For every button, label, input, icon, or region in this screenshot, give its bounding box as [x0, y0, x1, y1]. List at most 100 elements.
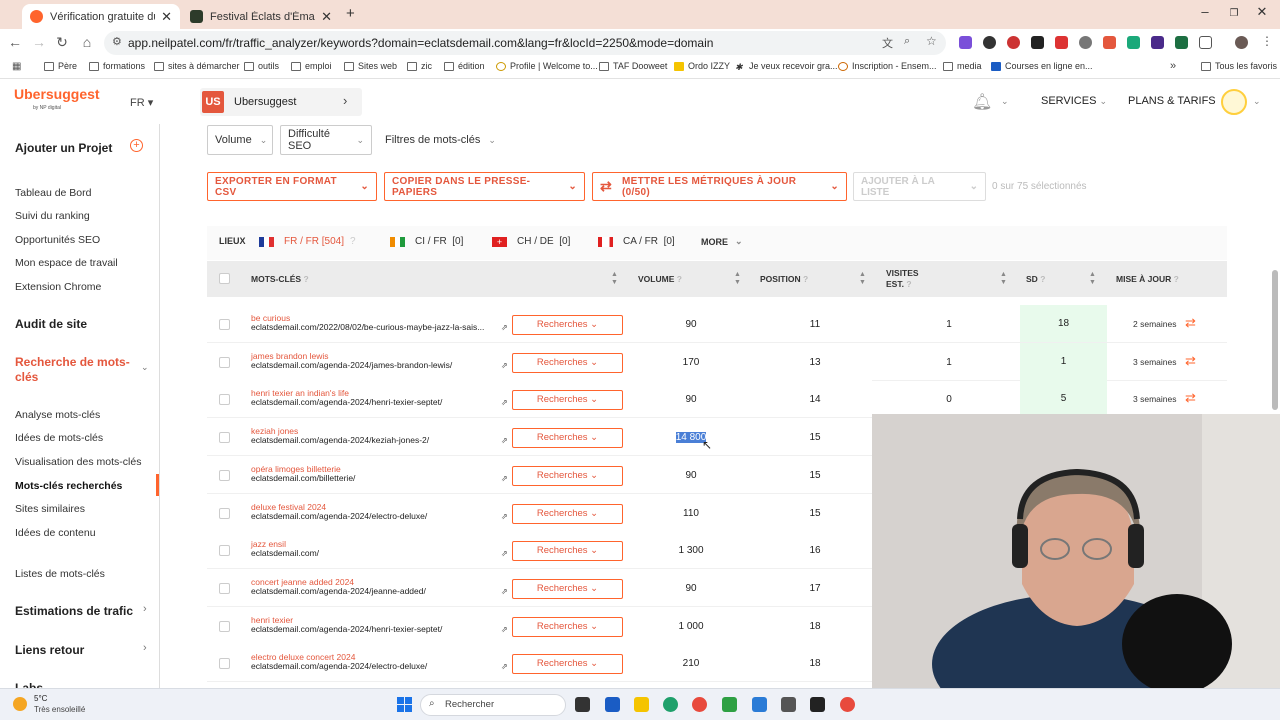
ubersuggest-logo[interactable]: Ubersuggest [14, 86, 100, 102]
searches-button[interactable]: Recherches ⌄ [512, 428, 623, 449]
external-link-icon[interactable]: ⇗ [501, 323, 508, 332]
refresh-icon[interactable]: ⇄ [1185, 315, 1196, 331]
chevron-down-icon[interactable]: ⌄ [1001, 96, 1009, 107]
refresh-icon[interactable]: ⇄ [1185, 353, 1196, 369]
external-link-icon[interactable]: ⇗ [501, 361, 508, 370]
sort-icon[interactable]: ▲ ▼ [859, 271, 866, 287]
external-link-icon[interactable]: ⇗ [501, 512, 508, 521]
bookmark-folder[interactable]: formations [89, 61, 145, 71]
row-checkbox[interactable] [219, 545, 230, 557]
external-link-icon[interactable]: ⇗ [501, 662, 508, 671]
more-locations-button[interactable]: MORE ⌄ [701, 236, 743, 247]
zoom-icon[interactable]: ⌕ [904, 35, 910, 48]
row-checkbox[interactable] [219, 620, 230, 632]
extensions-puzzle-icon[interactable] [1199, 36, 1212, 49]
add-to-list-button[interactable]: AJOUTER À LA LISTE ⌄ [853, 172, 986, 201]
chrome-icon[interactable] [840, 697, 855, 712]
bookmark-folder[interactable]: media [943, 61, 982, 71]
sidebar-item-dashboard[interactable]: Tableau de Bord [15, 187, 91, 199]
searches-button[interactable]: Recherches ⌄ [512, 541, 623, 562]
sidebar-item-searched-keywords[interactable]: Mots-clés recherchés [15, 480, 122, 492]
close-tab-icon[interactable]: ✕ [161, 9, 172, 25]
keyword-filters-dropdown[interactable]: Filtres de mots-clés ⌄ [385, 134, 496, 146]
bookmark-folder[interactable]: Père [44, 61, 77, 71]
header-volume[interactable]: VOLUME ? [638, 274, 682, 284]
sort-icon[interactable]: ▲ ▼ [1089, 271, 1096, 287]
more-bookmarks-icon[interactable]: » [1170, 60, 1176, 72]
searches-button[interactable]: Recherches ⌄ [512, 578, 623, 599]
external-link-icon[interactable]: ⇗ [501, 587, 508, 596]
external-link-icon[interactable]: ⇗ [501, 398, 508, 407]
external-link-icon[interactable]: ⇗ [501, 625, 508, 634]
edge-icon[interactable] [663, 697, 678, 712]
bookmark-link[interactable]: Ordo IZZY [674, 61, 730, 71]
extension-icon[interactable] [1127, 36, 1140, 49]
sidebar-item-traffic-estimates[interactable]: Estimations de trafic [15, 604, 133, 618]
searches-button[interactable]: Recherches ⌄ [512, 390, 623, 411]
seo-difficulty-filter[interactable]: Difficulté SEO ⌄ [280, 125, 372, 155]
bookmark-folder[interactable]: édition [444, 61, 485, 71]
searches-button[interactable]: Recherches ⌄ [512, 503, 623, 524]
searches-button[interactable]: Recherches ⌄ [512, 616, 623, 637]
task-view-icon[interactable] [575, 697, 590, 712]
header-update[interactable]: MISE À JOUR ? [1116, 274, 1179, 284]
sort-icon[interactable]: ▲ ▼ [1000, 271, 1007, 287]
sidebar-item-backlinks[interactable]: Liens retour [15, 643, 84, 657]
extension-icon[interactable] [1175, 36, 1188, 49]
export-csv-button[interactable]: EXPORTER EN FORMAT CSV ⌄ [207, 172, 377, 201]
sidebar-item-workspace[interactable]: Mon espace de travail [15, 257, 118, 269]
header-keywords[interactable]: MOTS-CLÉS ? [251, 274, 309, 284]
sidebar-item-keyword-lists[interactable]: Listes de mots-clés [15, 568, 105, 580]
external-link-icon[interactable]: ⇗ [501, 474, 508, 483]
extension-icon[interactable] [1103, 36, 1116, 49]
bookmark-folder[interactable]: outils [244, 61, 279, 71]
sort-icon[interactable]: ▲ ▼ [734, 271, 741, 287]
profile-icon[interactable] [1235, 36, 1248, 49]
sun-icon[interactable] [13, 697, 27, 711]
all-bookmarks[interactable]: Tous les favoris [1201, 61, 1277, 71]
restore-icon[interactable]: ❐ [1224, 8, 1244, 19]
location-fr-fr[interactable]: FR / FR [504]? [259, 236, 356, 247]
sidebar-item-chrome-extension[interactable]: Extension Chrome [15, 281, 101, 293]
forward-icon[interactable]: → [30, 34, 48, 50]
header-visits[interactable]: VISITES EST. ? [886, 268, 919, 290]
services-menu[interactable]: SERVICES ⌄ [1041, 95, 1107, 107]
site-info-icon[interactable]: ⚙ [112, 35, 122, 48]
bookmark-folder[interactable]: sites à démarcher [154, 61, 240, 71]
chevron-down-icon[interactable]: ⌄ [141, 362, 149, 373]
extension-icon[interactable] [1151, 36, 1164, 49]
chrome-icon[interactable] [692, 697, 707, 712]
bookmark-folder[interactable]: zic [407, 61, 432, 71]
sidebar-item-keyword-visualization[interactable]: Visualisation des mots-clés [15, 456, 141, 468]
row-checkbox[interactable] [219, 658, 230, 670]
header-sd[interactable]: SD ? [1026, 274, 1045, 284]
select-all-checkbox[interactable] [219, 273, 230, 284]
plans-link[interactable]: PLANS & TARIFS [1128, 95, 1216, 107]
back-icon[interactable]: ← [6, 34, 24, 50]
row-checkbox[interactable] [219, 469, 230, 481]
language-selector[interactable]: FR ▾ [130, 96, 153, 109]
searches-button[interactable]: Recherches ⌄ [512, 465, 623, 486]
close-tab-icon[interactable]: ✕ [321, 9, 332, 25]
location-ch-de[interactable]: + CH / DE [0] [492, 236, 570, 247]
searches-button[interactable]: Recherches ⌄ [512, 352, 623, 373]
searches-button[interactable]: Recherches ⌄ [512, 315, 623, 335]
external-link-icon[interactable]: ⇗ [501, 436, 508, 445]
row-checkbox[interactable] [219, 394, 230, 406]
chevron-right-icon[interactable]: › [143, 642, 147, 654]
new-tab-button[interactable]: + [346, 5, 355, 22]
sidebar-item-keyword-ideas[interactable]: Idées de mots-clés [15, 432, 103, 444]
bookmark-star-icon[interactable]: ☆ [926, 34, 937, 48]
location-ci-fr[interactable]: CI / FR [0] [390, 236, 463, 247]
extension-icon[interactable] [1055, 36, 1068, 49]
app-icon[interactable] [722, 697, 737, 712]
row-checkbox[interactable] [219, 356, 230, 368]
app-icon[interactable] [605, 697, 620, 712]
row-checkbox[interactable] [219, 582, 230, 594]
tab-inactive[interactable]: Festival Éclats d'Émail Jazz Éditi ✕ [182, 4, 340, 29]
sidebar-item-keyword-research[interactable]: Recherche de mots-clés [15, 355, 130, 385]
header-position[interactable]: POSITION ? [760, 274, 808, 284]
bookmark-link[interactable]: Profile | Welcome to... [496, 61, 598, 71]
add-project-link[interactable]: Ajouter un Projet [15, 141, 112, 155]
searches-button[interactable]: Recherches ⌄ [512, 654, 623, 675]
